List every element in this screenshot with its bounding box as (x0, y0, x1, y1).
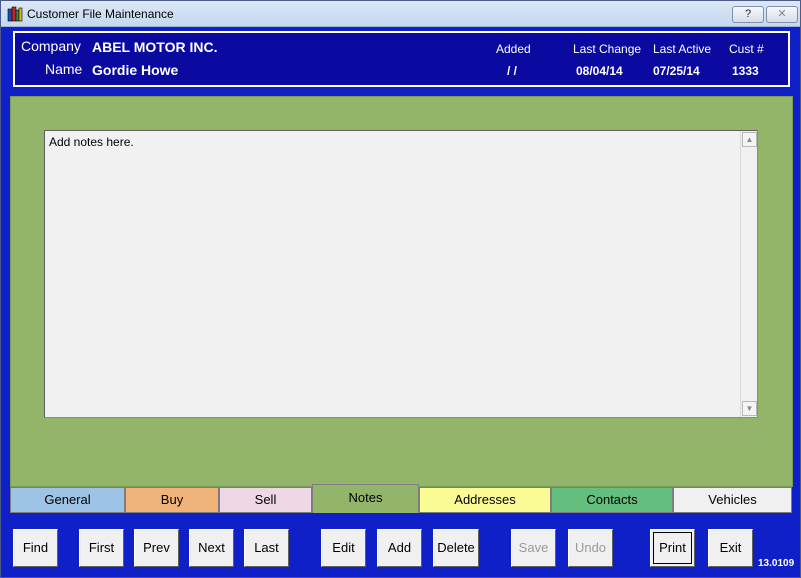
tab-strip: General Buy Sell Notes Addresses Contact… (10, 484, 793, 513)
tab-general[interactable]: General (10, 487, 125, 513)
scroll-up-icon[interactable]: ▲ (742, 132, 757, 147)
notes-textarea[interactable]: Add notes here. ▲ ▼ (44, 130, 758, 418)
scroll-down-icon[interactable]: ▼ (742, 401, 757, 416)
tab-vehicles[interactable]: Vehicles (673, 487, 792, 513)
add-button[interactable]: Add (377, 529, 422, 567)
last-active-value: 07/25/14 (653, 64, 700, 78)
last-button[interactable]: Last (244, 529, 289, 567)
first-button[interactable]: First (79, 529, 124, 567)
customer-file-window: Customer File Maintenance ? ✕ Company AB… (0, 0, 801, 578)
next-button[interactable]: Next (189, 529, 234, 567)
exit-button[interactable]: Exit (708, 529, 753, 567)
added-label: Added (496, 42, 531, 56)
close-button[interactable]: ✕ (766, 6, 798, 23)
notes-text: Add notes here. (49, 135, 134, 149)
tab-buy[interactable]: Buy (125, 487, 219, 513)
company-value: ABEL MOTOR INC. (92, 39, 218, 55)
undo-button[interactable]: Undo (568, 529, 613, 567)
edit-button[interactable]: Edit (321, 529, 366, 567)
app-books-icon (7, 6, 23, 22)
notes-tab-panel: Add notes here. ▲ ▼ (10, 96, 793, 487)
tab-sell[interactable]: Sell (219, 487, 312, 513)
title-bar: Customer File Maintenance ? ✕ (1, 1, 800, 27)
customer-header-panel: Company ABEL MOTOR INC. Name Gordie Howe… (13, 31, 790, 87)
last-change-value: 08/04/14 (576, 64, 623, 78)
name-label: Name (45, 61, 83, 77)
company-label: Company (21, 38, 81, 54)
last-change-label: Last Change (573, 42, 642, 56)
print-button[interactable]: Print (650, 529, 695, 567)
tab-contacts[interactable]: Contacts (551, 487, 673, 513)
cust-number-label: Cust # (729, 42, 764, 56)
name-value: Gordie Howe (92, 62, 179, 78)
added-value: / / (507, 64, 518, 78)
find-button[interactable]: Find (13, 529, 58, 567)
tab-notes[interactable]: Notes (312, 484, 419, 513)
window-title: Customer File Maintenance (27, 7, 174, 21)
save-button[interactable]: Save (511, 529, 556, 567)
prev-button[interactable]: Prev (134, 529, 179, 567)
tab-addresses[interactable]: Addresses (419, 487, 551, 513)
last-active-label: Last Active (653, 42, 712, 56)
version-label: 13.0109 (758, 558, 795, 569)
delete-button[interactable]: Delete (433, 529, 479, 567)
cust-number-value: 1333 (732, 64, 759, 78)
help-button[interactable]: ? (732, 6, 764, 23)
notes-scrollbar[interactable]: ▲ ▼ (740, 131, 757, 417)
